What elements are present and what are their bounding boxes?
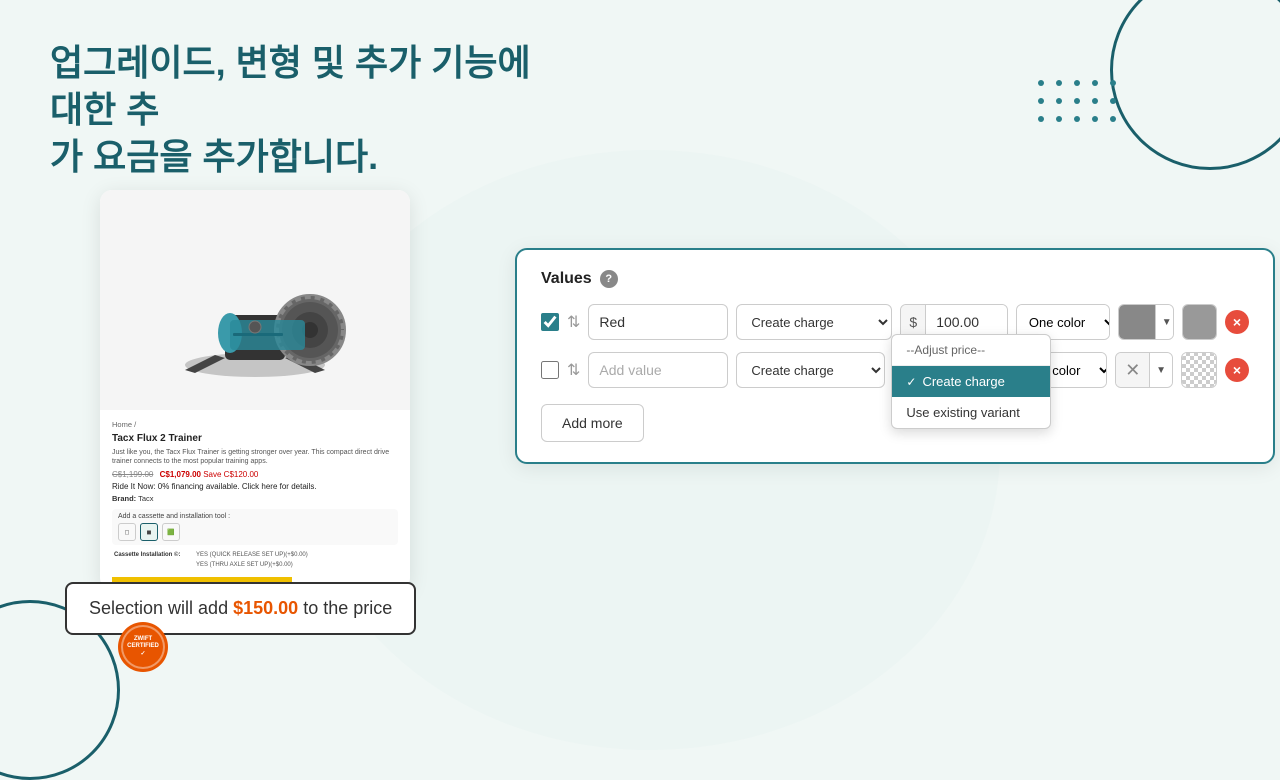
values-title: Values [541, 270, 592, 288]
row-1-swatch-1[interactable] [1119, 304, 1155, 340]
addon-option-3[interactable]: 🟩 [162, 523, 180, 541]
row-2-swatch-1-arrow[interactable]: ▼ [1149, 353, 1172, 387]
product-card: Home / Tacx Flux 2 Trainer Just like you… [100, 190, 410, 590]
badge-text: ZWIFTCERTIFIED✓ [127, 636, 159, 658]
trainer-image-svg [155, 210, 355, 390]
add-more-button[interactable]: Add more [541, 404, 644, 442]
product-description: Just like you, the Tacx Flux Trainer is … [112, 448, 398, 466]
price-banner-suffix: to the price [303, 598, 392, 618]
help-icon[interactable]: ? [600, 270, 618, 288]
product-info: Home / Tacx Flux 2 Trainer Just like you… [100, 410, 410, 590]
dropdown-item-create-charge[interactable]: ✓ Create charge [892, 366, 1050, 397]
dots-decoration [1038, 80, 1120, 126]
row-2-value-input[interactable] [588, 352, 728, 388]
addon-table: Cassette Installation ©: YES (QUICK RELE… [112, 549, 398, 571]
row-2-drag-handle[interactable]: ⇅ [567, 360, 580, 380]
product-title: Tacx Flux 2 Trainer [112, 433, 398, 444]
dropdown-item-use-existing[interactable]: Use existing variant [892, 397, 1050, 428]
row-1-dropdown-menu: --Adjust price-- ✓ Create charge Use exi… [891, 334, 1051, 429]
zwift-badge: ZWIFTCERTIFIED✓ [118, 622, 168, 672]
row-1-dropdown-container: Create charge --Adjust price-- Use exist… [736, 304, 892, 340]
breadcrumb: Home / [112, 420, 398, 429]
dropdown-header: --Adjust price-- [892, 335, 1050, 366]
row-1-value-input[interactable] [588, 304, 728, 340]
price-banner-amount: $150.00 [233, 598, 298, 618]
row-1-charge-select[interactable]: Create charge --Adjust price-- Use exist… [736, 304, 892, 340]
row-1-drag-handle[interactable]: ⇅ [567, 312, 580, 332]
price-banner-prefix: Selection will add [89, 598, 228, 618]
value-row-1: ⇅ Create charge --Adjust price-- Use exi… [541, 304, 1249, 340]
row-1-remove-button[interactable]: × [1225, 310, 1249, 334]
product-image [100, 190, 410, 410]
values-header: Values ? [541, 270, 1249, 288]
values-panel: Values ? ⇅ Create charge --Adjust price-… [515, 248, 1275, 464]
price-row: C$1,199.00 C$1,079.00 Save C$120.00 [112, 470, 398, 479]
price-banner: Selection will add $150.00 to the price [65, 582, 416, 635]
addon-section: Add a cassette and installation tool : ◻… [112, 509, 398, 545]
row-2-swatch-x[interactable]: ✕ [1116, 352, 1149, 388]
row-2-swatch-checker[interactable] [1182, 352, 1216, 388]
row-1-swatch-1-arrow[interactable]: ▼ [1155, 305, 1174, 339]
row-1-swatch-2[interactable] [1183, 304, 1217, 340]
ride-note: Ride It Now: 0% financing available. Cli… [112, 482, 398, 491]
bg-circle-top-right [1110, 0, 1280, 170]
row-1-swatch-1-wrap: ▼ [1118, 304, 1174, 340]
row-2-remove-button[interactable]: × [1225, 358, 1249, 382]
addon-option-2[interactable]: ◼ [140, 523, 158, 541]
row-2-charge-select[interactable]: Create charge --Adjust price-- Use exist… [736, 352, 884, 388]
row-2-swatch-2-wrap [1181, 352, 1217, 388]
row-1-swatch-2-wrap [1182, 304, 1217, 340]
addon-option-1[interactable]: ◻ [118, 523, 136, 541]
row-1-checkbox[interactable] [541, 313, 559, 331]
page-title: 업그레이드, 변형 및 추가 기능에 대한 추 가 요금을 추가합니다. [50, 40, 550, 180]
row-2-checkbox[interactable] [541, 361, 559, 379]
row-2-swatch-1-wrap: ✕ ▼ [1115, 352, 1173, 388]
brand-row: Brand: Tacx [112, 494, 398, 503]
